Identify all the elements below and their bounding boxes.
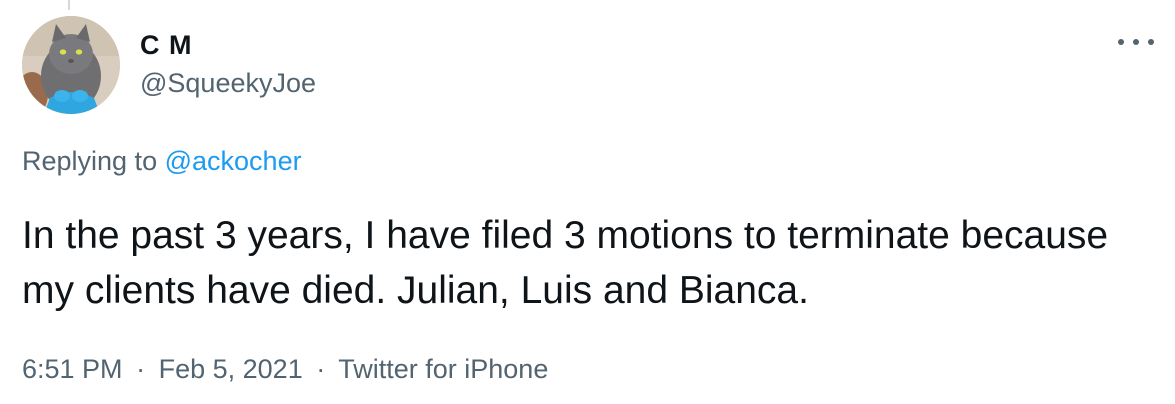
more-dot [1118, 39, 1124, 45]
avatar[interactable] [22, 16, 120, 114]
tweet-text: In the past 3 years, I have filed 3 moti… [22, 214, 1109, 312]
cat-avatar-icon [22, 16, 120, 114]
more-horizontal-icon[interactable] [1118, 30, 1154, 54]
tweet-meta: 6:51 PM · Feb 5, 2021 · Twitter for iPho… [22, 354, 548, 385]
meta-separator: · [316, 354, 326, 384]
author-handle[interactable]: @SqueekyJoe [140, 68, 316, 99]
more-dot [1148, 39, 1154, 45]
tweet-source-link[interactable]: Twitter for iPhone [338, 354, 548, 384]
replying-to-label: Replying to [22, 146, 158, 176]
replying-to-line: Replying to @ackocher [22, 146, 302, 177]
tweet-date[interactable]: Feb 5, 2021 [159, 354, 303, 384]
tweet-time[interactable]: 6:51 PM [22, 354, 123, 384]
reply-mention-link[interactable]: @ackocher [165, 146, 302, 176]
author-display-name[interactable]: C M [140, 30, 193, 61]
more-dot [1133, 39, 1139, 45]
thread-connector-line [68, 0, 70, 10]
meta-separator: · [136, 354, 146, 384]
